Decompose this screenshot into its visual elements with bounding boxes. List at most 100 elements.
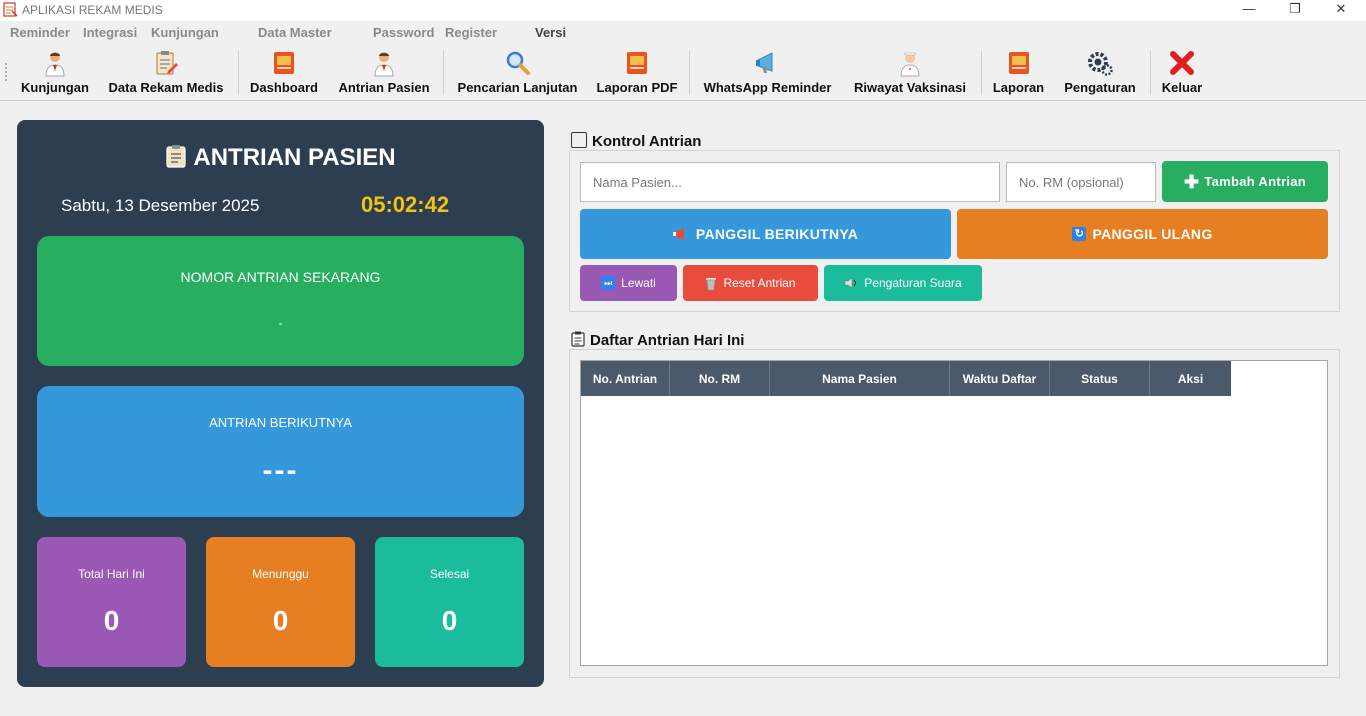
toolbar-data-rekam-medis-label: Data Rekam Medis: [108, 80, 224, 95]
queue-list-heading: Daftar Antrian Hari Ini: [571, 331, 744, 349]
toolbar-separator: [443, 51, 444, 95]
next-queue-card: ANTRIAN BERIKUTNYA ---: [37, 386, 524, 517]
recall-button[interactable]: ↻ PANGGIL ULANG: [957, 209, 1328, 259]
minimize-button[interactable]: —: [1226, 0, 1272, 21]
toolbar-pencarian-lanjutan-label: Pencarian Lanjutan: [457, 80, 578, 95]
current-queue-card: NOMOR ANTRIAN SEKARANG -: [37, 236, 524, 366]
current-queue-label: NOMOR ANTRIAN SEKARANG: [180, 269, 381, 285]
toolbar-kunjungan-label: Kunjungan: [21, 80, 89, 95]
sound-settings-label: Pengaturan Suara: [864, 276, 962, 290]
current-time: 05:02:42: [361, 192, 450, 217]
next-queue-label: ANTRIAN BERIKUTNYA: [209, 415, 352, 430]
menu-password[interactable]: Password: [373, 25, 434, 40]
app-icon: [3, 2, 18, 17]
toolbar-separator: [238, 51, 239, 95]
doctor-icon: [45, 52, 65, 77]
control-panel-icon: [571, 132, 587, 148]
plus-icon: ✚: [1183, 171, 1200, 192]
close-window-button[interactable]: ✕: [1318, 0, 1364, 21]
toolbar-dashboard-label: Dashboard: [250, 80, 318, 95]
toolbar-kunjungan-button[interactable]: Kunjungan: [16, 43, 94, 101]
toolbar-riwayat-vaksinasi-label: Riwayat Vaksinasi: [853, 80, 966, 95]
report-book-icon: [274, 52, 294, 74]
reset-queue-button[interactable]: Reset Antrian: [683, 265, 818, 301]
stat-waiting-value: 0: [272, 605, 289, 636]
toolbar-whatsapp-reminder-label: WhatsApp Reminder: [703, 80, 832, 95]
gears-icon: [1088, 52, 1113, 76]
queue-display-title-text: ANTRIAN PASIEN: [193, 144, 396, 171]
add-queue-button[interactable]: ✚ Tambah Antrian: [1162, 161, 1328, 202]
toolbar-dashboard-button[interactable]: Dashboard: [244, 43, 324, 101]
clipboard-edit-icon: [156, 51, 178, 75]
restore-button[interactable]: ❐: [1272, 0, 1318, 21]
stat-waiting: Menunggu 0: [206, 537, 355, 667]
stat-done: Selesai 0: [375, 537, 524, 667]
nurse-icon: [900, 52, 920, 77]
toolbar-riwayat-vaksinasi-button[interactable]: Riwayat Vaksinasi: [846, 43, 974, 101]
current-date: Sabtu, 13 Desember 2025: [61, 196, 260, 215]
toolbar-antrian-pasien-label: Antrian Pasien: [338, 80, 430, 95]
reset-queue-label: Reset Antrian: [723, 276, 796, 290]
toolbar-laporan-label: Laporan: [992, 80, 1045, 95]
toolbar-separator: [689, 51, 690, 95]
trash-icon: [706, 277, 717, 290]
add-queue-label: Tambah Antrian: [1204, 174, 1307, 189]
menu-kunjungan[interactable]: Kunjungan: [151, 25, 219, 40]
menu-reminder[interactable]: Reminder: [10, 25, 70, 40]
queue-control-heading: Kontrol Antrian: [571, 132, 701, 150]
magnifier-icon: [506, 51, 530, 75]
stat-total-today: Total Hari Ini 0: [37, 537, 186, 667]
toolbar-laporan-pdf-button[interactable]: Laporan PDF: [592, 43, 682, 101]
column-header-nama-pasien[interactable]: Nama Pasien: [770, 361, 950, 396]
toolbar-whatsapp-reminder-button[interactable]: WhatsApp Reminder: [696, 43, 839, 101]
skip-label: Lewati: [621, 276, 656, 290]
stat-total-value: 0: [103, 605, 120, 636]
menu-integrasi[interactable]: Integrasi: [83, 25, 137, 40]
toolbar-grip[interactable]: [5, 63, 8, 81]
column-header-waktu-daftar[interactable]: Waktu Daftar: [950, 361, 1050, 396]
recall-label: PANGGIL ULANG: [1092, 226, 1213, 242]
report-book-icon: [627, 52, 647, 74]
column-header-no-rm[interactable]: No. RM: [670, 361, 770, 396]
skip-forward-icon: ⏭: [601, 276, 616, 290]
red-x-icon: [1170, 51, 1194, 75]
call-next-label: PANGGIL BERIKUTNYA: [695, 226, 859, 242]
menu-versi[interactable]: Versi: [535, 25, 566, 40]
queue-list-title: Daftar Antrian Hari Ini: [590, 332, 745, 349]
queue-table[interactable]: No. Antrian No. RM Nama Pasien Waktu Daf…: [580, 360, 1328, 666]
column-header-status[interactable]: Status: [1050, 361, 1150, 396]
column-header-aksi[interactable]: Aksi: [1150, 361, 1231, 396]
toolbar-antrian-pasien-button[interactable]: Antrian Pasien: [332, 43, 436, 101]
current-queue-number: -: [278, 316, 283, 330]
rm-number-input[interactable]: [1006, 162, 1156, 202]
toolbar-pengaturan-label: Pengaturan: [1064, 80, 1136, 95]
doctor-icon: [374, 52, 394, 77]
toolbar-laporan-button[interactable]: Laporan: [987, 43, 1050, 101]
toolbar-laporan-pdf-label: Laporan PDF: [596, 80, 678, 95]
megaphone-icon: [755, 52, 772, 73]
sound-settings-button[interactable]: Pengaturan Suara: [824, 265, 982, 301]
menu-register[interactable]: Register: [445, 25, 497, 40]
stat-total-label: Total Hari Ini: [78, 567, 145, 581]
call-next-button[interactable]: PANGGIL BERIKUTNYA: [580, 209, 951, 259]
stat-done-value: 0: [441, 605, 458, 636]
refresh-icon: ↻: [1072, 227, 1087, 241]
toolbar-separator: [1150, 51, 1151, 95]
toolbar-separator: [981, 51, 982, 95]
column-header-no-antrian[interactable]: No. Antrian: [581, 361, 670, 396]
megaphone-icon: [672, 228, 684, 240]
report-book-icon: [1008, 52, 1029, 74]
toolbar-keluar-button[interactable]: Keluar: [1156, 43, 1208, 101]
queue-control-title: Kontrol Antrian: [592, 133, 702, 150]
toolbar-pengaturan-button[interactable]: Pengaturan: [1057, 43, 1143, 101]
toolbar: Kunjungan Data Rekam Medis Dashboard Ant…: [0, 43, 1366, 101]
toolbar-data-rekam-medis-button[interactable]: Data Rekam Medis: [101, 43, 231, 101]
patient-name-input[interactable]: [580, 162, 1000, 202]
speaker-icon: [844, 277, 857, 289]
menu-data-master[interactable]: Data Master: [258, 25, 332, 40]
queue-display-title: ANTRIAN PASIEN: [17, 144, 544, 172]
clipboard-icon: [571, 331, 585, 347]
skip-button[interactable]: ⏭ Lewati: [580, 265, 677, 301]
next-queue-number: ---: [262, 454, 299, 487]
toolbar-pencarian-lanjutan-button[interactable]: Pencarian Lanjutan: [450, 43, 585, 101]
